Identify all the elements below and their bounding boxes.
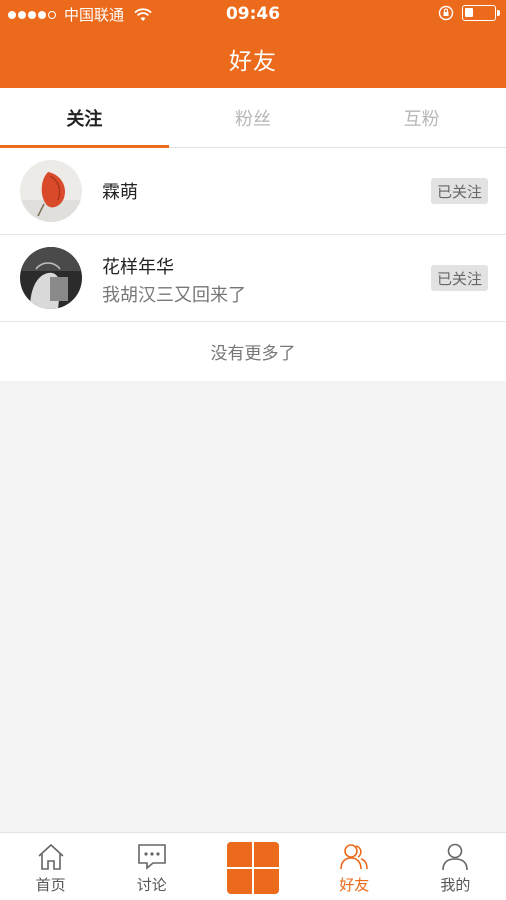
- friends-icon: [340, 844, 369, 870]
- person-icon: [442, 843, 469, 871]
- home-icon: [38, 843, 64, 870]
- tabbar-label: 讨论: [136, 876, 167, 894]
- grid-add-icon[interactable]: [227, 842, 279, 894]
- friend-name: 花样年华: [102, 257, 174, 278]
- status-right: [438, 5, 500, 21]
- friends-list: 霖萌 已关注 花样年华 我胡汉三又回来了 已关注 没有更多了: [0, 148, 506, 381]
- tabbar-item-center[interactable]: [202, 833, 303, 900]
- list-end-text: 没有更多了: [210, 344, 296, 364]
- status-time: 09:46: [225, 4, 281, 24]
- avatar-image: [20, 160, 82, 222]
- page-title: 好友: [229, 49, 277, 75]
- tabbar-label: 好友: [339, 876, 370, 894]
- chat-icon: [137, 844, 166, 870]
- rotation-lock-icon: [438, 5, 454, 21]
- avatar-image: [20, 247, 82, 309]
- tabbar-label: 我的: [440, 876, 471, 894]
- friend-name: 霖萌: [102, 182, 138, 203]
- status-bar: 中国联通 09:46: [0, 0, 506, 28]
- tabbar-label: 首页: [35, 876, 66, 894]
- friends-tabs: 关注 粉丝 互粉: [0, 88, 506, 148]
- battery-icon: [462, 5, 500, 21]
- avatar[interactable]: [20, 247, 82, 309]
- followed-button[interactable]: 已关注: [430, 178, 488, 204]
- tab-following[interactable]: 关注: [0, 88, 169, 148]
- tabbar-item-discussion[interactable]: 讨论: [101, 833, 202, 900]
- followed-button[interactable]: 已关注: [430, 265, 488, 291]
- app-header: 中国联通 09:46 好友: [0, 0, 506, 88]
- avatar[interactable]: [20, 160, 82, 222]
- friend-signature: 我胡汉三又回来了: [102, 285, 246, 306]
- tab-mutual[interactable]: 互粉: [337, 88, 506, 147]
- list-item[interactable]: 花样年华 我胡汉三又回来了 已关注: [0, 235, 506, 322]
- tabbar-item-home[interactable]: 首页: [0, 833, 101, 900]
- battery-level: [465, 8, 473, 17]
- tab-followers[interactable]: 粉丝: [169, 88, 338, 147]
- list-item[interactable]: 霖萌 已关注: [0, 148, 506, 235]
- bottom-tab-bar: 首页 讨论 好友 我的: [0, 832, 506, 900]
- tabbar-item-me[interactable]: 我的: [405, 833, 506, 900]
- tabbar-item-friends[interactable]: 好友: [304, 833, 405, 900]
